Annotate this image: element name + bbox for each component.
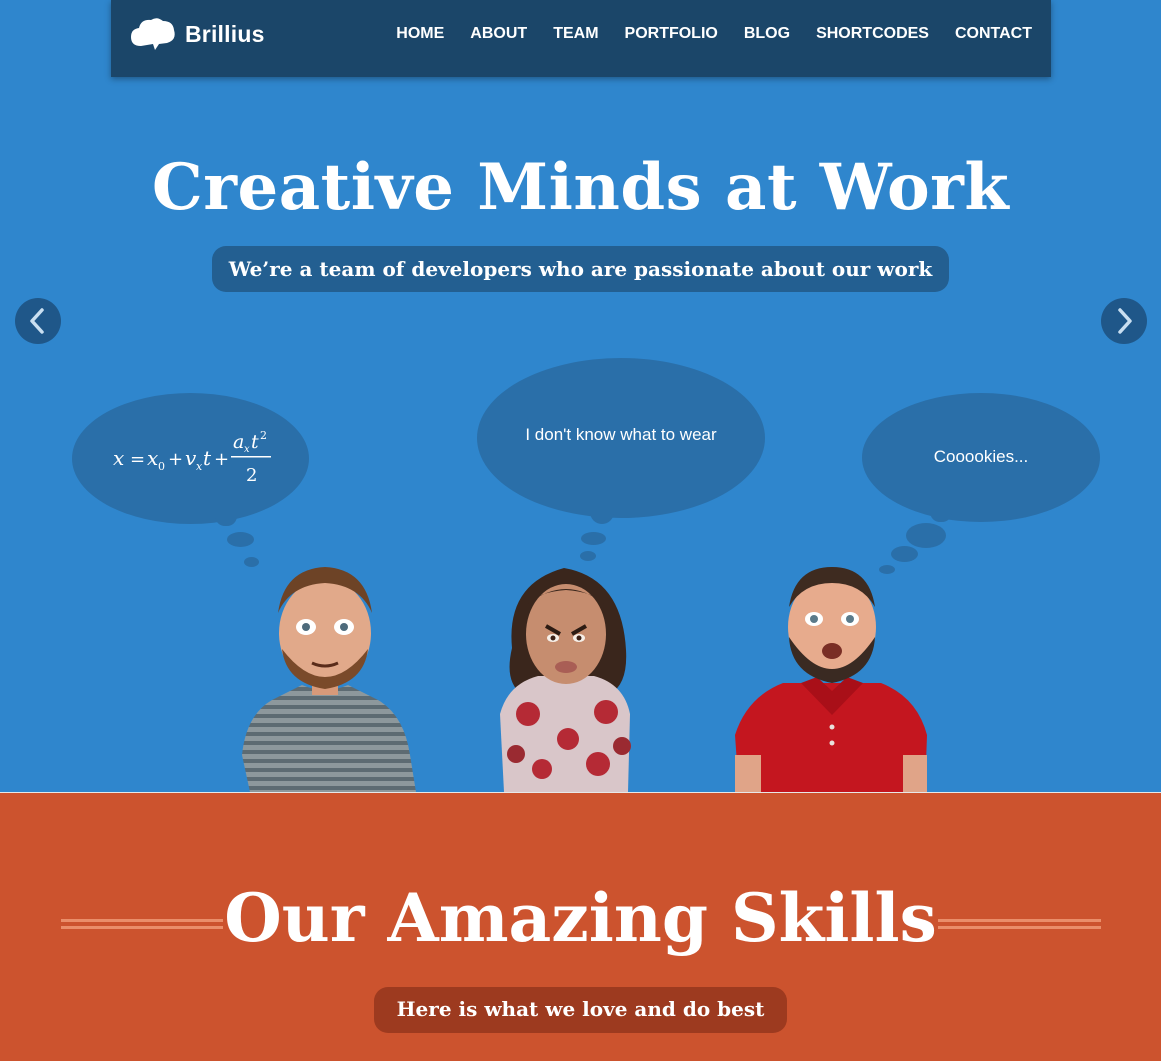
brand-logo[interactable]: Brillius [129, 0, 265, 77]
svg-text:+: + [168, 449, 183, 470]
svg-text:0: 0 [158, 460, 165, 473]
nav-contact[interactable]: CONTACT [955, 25, 1032, 43]
svg-text:x: x [147, 446, 158, 470]
person-striped-shirt-image [242, 567, 416, 792]
top-navbar: Brillius HOME ABOUT TEAM PORTFOLIO BLOG … [111, 0, 1051, 77]
skills-section: Our Amazing Skills Here is what we love … [0, 792, 1161, 1061]
chevron-right-icon [1118, 308, 1132, 334]
svg-text:x: x [196, 460, 203, 473]
svg-text:+: + [214, 449, 229, 470]
nav-about[interactable]: ABOUT [470, 25, 527, 43]
thought-bubble-middle: I don't know what to wear [477, 358, 765, 518]
thought-bubble-right: Cooookies... [862, 393, 1100, 522]
svg-text:2: 2 [260, 429, 267, 442]
bubble-middle-text: I don't know what to wear [525, 425, 717, 444]
svg-text:2: 2 [246, 465, 257, 486]
person-red-polo-image [735, 567, 927, 792]
skills-title: Our Amazing Skills [224, 879, 937, 957]
skills-subtitle: Here is what we love and do best [374, 987, 787, 1033]
chevron-left-icon [30, 308, 44, 334]
thought-bubble-left: x = x 0 + v x t + a x t 2 2 [72, 393, 309, 524]
nav-blog[interactable]: BLOG [744, 25, 790, 43]
nav-portfolio[interactable]: PORTFOLIO [625, 25, 718, 43]
svg-text:x: x [113, 446, 124, 470]
formula-graphic: x = x 0 + v x t + a x t 2 2 [113, 429, 271, 486]
hero-slider: Creative Minds at Work We’re a team of d… [0, 0, 1161, 792]
slider-prev-button[interactable] [15, 298, 61, 344]
brand-name: Brillius [185, 20, 265, 47]
cloud-icon [131, 17, 175, 50]
bubble-right-text: Cooookies... [933, 447, 1029, 466]
svg-text:a: a [233, 431, 244, 453]
hero-title: Creative Minds at Work [151, 150, 1010, 225]
nav-shortcodes[interactable]: SHORTCODES [816, 25, 929, 43]
main-menu: HOME ABOUT TEAM PORTFOLIO BLOG SHORTCODE… [370, 25, 1032, 43]
hero-subtitle: We’re a team of developers who are passi… [212, 246, 949, 292]
nav-home[interactable]: HOME [396, 25, 444, 43]
svg-text:t: t [203, 446, 212, 470]
svg-text:x: x [244, 444, 250, 455]
slider-next-button[interactable] [1101, 298, 1147, 344]
nav-team[interactable]: TEAM [553, 25, 598, 43]
svg-text:t: t [251, 431, 259, 453]
person-girl-image [500, 568, 631, 792]
svg-text:=: = [130, 449, 145, 470]
